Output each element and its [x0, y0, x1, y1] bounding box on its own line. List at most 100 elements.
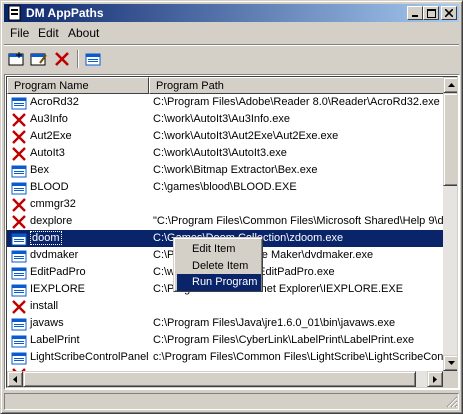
program-path: C:\Program Files\Java\jre1.6.0_01\bin\ja… [153, 317, 396, 329]
minimize-icon [412, 14, 418, 17]
program-path: C:\work\AutoIt3\AutoIt3.exe [153, 147, 287, 159]
context-menu: Edit Item Delete Item Run Program [173, 237, 263, 292]
list-item[interactable]: AcroRd32 C:\Program Files\Adobe\Reader 8.… [7, 94, 443, 111]
close-icon [445, 9, 453, 17]
main-window: DM AppPaths File Edit About Program Name… [0, 0, 463, 414]
app-window-icon [11, 352, 27, 365]
menu-edit[interactable]: Edit [38, 26, 59, 40]
add-button[interactable] [7, 49, 27, 69]
vertical-scroll-thumb[interactable] [443, 93, 457, 186]
column-program-path[interactable]: Program Path [149, 77, 457, 94]
program-path: c:\Program Files\Common Files\LightScrib… [153, 351, 443, 363]
app-window-icon [11, 318, 27, 331]
list-item[interactable]: Au3Info C:\work\AutoIt3\Au3Info.exe [7, 111, 443, 128]
program-name: Bex [30, 164, 49, 176]
menu-about[interactable]: About [68, 26, 99, 40]
app-window-icon [11, 233, 27, 246]
program-name: BLOOD [30, 181, 69, 193]
list-header: Program Name Program Path [7, 77, 457, 94]
red-x-icon [12, 215, 26, 229]
menu-item-delete-item[interactable]: Delete Item [177, 258, 261, 275]
app-window-icon [11, 250, 27, 263]
program-name: Au3Info [30, 113, 68, 125]
program-name: doom [30, 231, 62, 245]
scroll-left-button[interactable] [7, 371, 23, 387]
toolbar [4, 44, 459, 71]
program-name: LightScribeControlPanel [30, 351, 149, 363]
program-name: dexplore [30, 215, 73, 227]
menu-item-edit-item[interactable]: Edit Item [177, 241, 261, 258]
list-item[interactable]: Bex C:\work\Bitmap Extractor\Bex.exe [7, 162, 443, 179]
maximize-button[interactable] [423, 6, 439, 20]
program-path: C:\Program Files\Adobe\Reader 8.0\Reader… [153, 96, 440, 108]
list-item[interactable]: Aut2Exe C:\work\AutoIt3\Aut2Exe\Aut2Exe.e… [7, 128, 443, 145]
vertical-scrollbar[interactable] [443, 77, 457, 371]
program-path: C:\work\AutoIt3\Aut2Exe\Aut2Exe.exe [153, 130, 339, 142]
up-arrow-icon [447, 83, 455, 87]
menu-bar: File Edit About [4, 24, 459, 42]
app-list[interactable]: Program Name Program Path AcroRd32 C:\Pro… [4, 74, 460, 390]
red-x-icon [12, 300, 26, 314]
program-path: C:\Program Files\CyberLink\LabelPrint\La… [153, 334, 415, 346]
program-name: javaws [30, 317, 64, 329]
program-name: install [30, 300, 59, 312]
app-window-icon [11, 182, 27, 195]
horizontal-scroll-thumb[interactable] [23, 371, 416, 387]
close-button[interactable] [441, 6, 457, 20]
add-app-icon [8, 52, 24, 66]
resize-grip-icon[interactable] [446, 396, 458, 408]
app-window-icon [11, 165, 27, 178]
red-x-icon [12, 147, 26, 161]
app-window-icon [11, 284, 27, 297]
list-item[interactable]: install [7, 298, 443, 315]
program-name: AcroRd32 [30, 96, 79, 108]
list-rows: AcroRd32 C:\Program Files\Adobe\Reader 8.… [7, 94, 443, 372]
list-item[interactable]: LightScribeControlPanel c:\Program Files\… [7, 349, 443, 366]
list-item[interactable]: AutoIt3 C:\work\AutoIt3\AutoIt3.exe [7, 145, 443, 162]
menu-item-run-program[interactable]: Run Program [177, 274, 261, 291]
list-item[interactable]: javaws C:\Program Files\Java\jre1.6.0_01\… [7, 315, 443, 332]
status-panel [4, 393, 459, 410]
scroll-up-button[interactable] [443, 77, 457, 93]
window-icon [85, 53, 101, 66]
red-x-icon [55, 52, 69, 66]
red-x-icon [12, 130, 26, 144]
toolbar-separator [77, 50, 78, 68]
window-title: DM AppPaths [26, 6, 104, 20]
scroll-down-button[interactable] [443, 355, 457, 371]
scroll-right-button[interactable] [427, 371, 443, 387]
edit-app-icon [30, 53, 47, 66]
delete-button[interactable] [52, 49, 72, 69]
red-x-icon [12, 198, 26, 212]
run-button[interactable] [83, 49, 103, 69]
minimize-button[interactable] [407, 6, 423, 20]
program-name: EditPadPro [30, 266, 86, 278]
right-arrow-icon [433, 375, 437, 383]
list-item[interactable]: BLOOD C:\games\blood\BLOOD.EXE [7, 179, 443, 196]
program-path: C:\work\AutoIt3\Au3Info.exe [153, 113, 290, 125]
app-window-icon [11, 335, 27, 348]
list-item[interactable]: dexplore "C:\Program Files\Common Files\M… [7, 213, 443, 230]
program-name: dvdmaker [30, 249, 79, 261]
maximize-icon [426, 8, 436, 18]
scroll-corner [443, 371, 457, 387]
left-arrow-icon [13, 375, 17, 383]
horizontal-scrollbar[interactable] [7, 371, 443, 387]
program-path: "C:\Program Files\Common Files\Microsoft… [153, 215, 443, 227]
program-name: IEXPLORE [30, 283, 86, 295]
column-program-name[interactable]: Program Name [7, 77, 149, 94]
program-name: LabelPrint [30, 334, 80, 346]
status-bar [4, 392, 460, 410]
menu-file[interactable]: File [10, 26, 29, 40]
red-x-icon [12, 113, 26, 127]
app-window-icon [11, 97, 27, 110]
down-arrow-icon [447, 361, 455, 365]
program-name: AutoIt3 [30, 147, 65, 159]
edit-button[interactable] [29, 49, 49, 69]
app-window-icon [11, 267, 27, 280]
list-item[interactable]: LabelPrint C:\Program Files\CyberLink\Lab… [7, 332, 443, 349]
list-item[interactable]: cmmgr32 [7, 196, 443, 213]
program-path: C:\work\Bitmap Extractor\Bex.exe [153, 164, 318, 176]
program-name: Aut2Exe [30, 130, 72, 142]
title-bar[interactable]: DM AppPaths [4, 4, 459, 22]
